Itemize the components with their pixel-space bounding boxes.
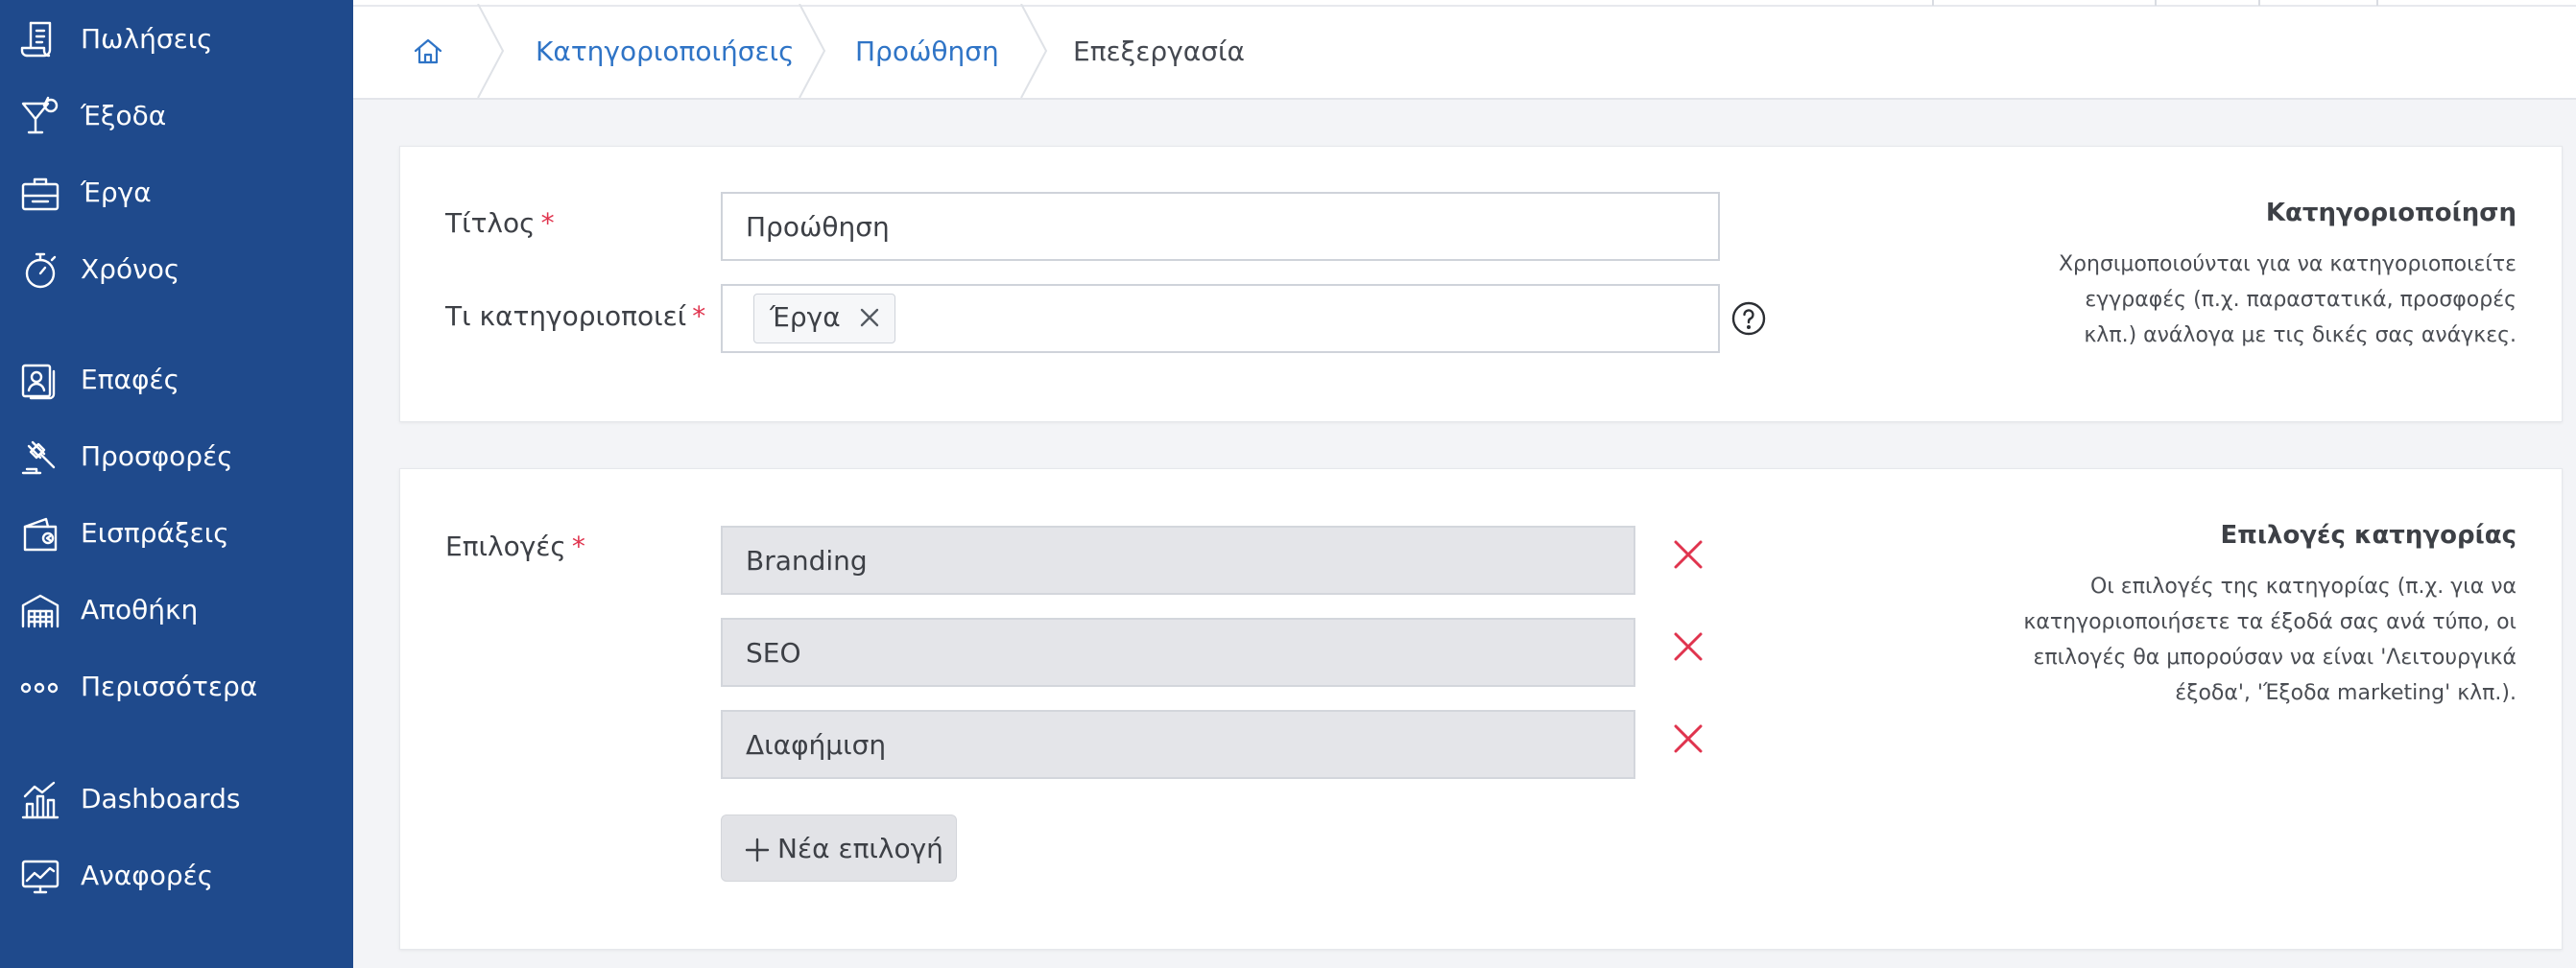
sidebar-item-reports[interactable]: Αναφορές [0, 842, 353, 909]
more-dots-icon [19, 667, 61, 709]
options-info-text: Οι επιλογές της κατηγορίας (π.χ. για να … [2023, 575, 2516, 705]
sidebar-item-label: Επαφές [81, 364, 180, 395]
help-icon[interactable] [1730, 300, 1767, 337]
remove-option-icon[interactable] [1671, 537, 1705, 572]
sidebar-item-receipts[interactable]: Εισπράξεις [0, 500, 353, 567]
sidebar-item-label: Πωλήσεις [81, 23, 213, 55]
remove-option-icon[interactable] [1671, 629, 1705, 664]
sidebar-item-label: Dashboards [81, 783, 241, 815]
add-option-label: Νέα επιλογή [777, 833, 943, 864]
briefcase-icon [19, 173, 61, 215]
cocktail-icon [19, 96, 61, 138]
breadcrumb-separator [796, 4, 830, 98]
toolbar-separator [2155, 0, 2157, 6]
categorizes-tag-input[interactable]: Έργα [721, 284, 1720, 353]
title-label: Τίτλος * [445, 207, 555, 239]
sidebar-item-label: Χρόνος [81, 253, 180, 285]
plus-icon [745, 838, 770, 862]
sidebar-item-label: Αναφορές [81, 860, 214, 891]
categorizes-label: Τι κατηγοριοποιεί * [445, 300, 706, 332]
breadcrumb-promotion[interactable]: Προώθηση [855, 0, 999, 100]
stopwatch-icon [19, 249, 61, 292]
sidebar-item-label: Προσφορές [81, 440, 233, 472]
sidebar-item-quotes[interactable]: Προσφορές [0, 423, 353, 490]
tag-chip: Έργα [753, 294, 895, 343]
toolbar-separator [1932, 0, 1934, 6]
sidebar-item-time[interactable]: Χρόνος [0, 236, 353, 303]
breadcrumb-categorizations[interactable]: Κατηγοριοποιήσεις [536, 0, 795, 100]
options-info-title: Επιλογές κατηγορίας [2220, 521, 2516, 550]
reports-chart-icon [19, 856, 61, 898]
wallet-icon [19, 513, 61, 555]
title-input[interactable] [721, 192, 1720, 261]
warehouse-icon [19, 590, 61, 632]
remove-option-icon[interactable] [1671, 721, 1705, 756]
tag-remove-icon[interactable] [858, 306, 881, 329]
breadcrumb-current: Επεξεργασία [1073, 35, 1245, 67]
dashboard-chart-icon [19, 779, 61, 821]
option-input[interactable] [721, 710, 1635, 779]
sidebar-item-label: Εισπράξεις [81, 517, 229, 549]
toolbar-separator [2376, 0, 2378, 6]
gavel-icon [19, 437, 61, 479]
sidebar-item-label: Έξοδα [81, 100, 167, 131]
option-input[interactable] [721, 618, 1635, 687]
option-input[interactable] [721, 526, 1635, 595]
toolbar-separator [2258, 0, 2260, 6]
sidebar-item-label: Αποθήκη [81, 594, 199, 626]
sidebar-item-dashboards[interactable]: Dashboards [0, 766, 353, 833]
sidebar-item-more[interactable]: Περισσότερα [0, 653, 353, 720]
sidebar-item-warehouse[interactable]: Αποθήκη [0, 577, 353, 644]
sidebar-item-expenses[interactable]: Έξοδα [0, 83, 353, 150]
sidebar-item-label: Έργα [81, 177, 152, 208]
breadcrumb-separator [474, 4, 509, 98]
home-icon[interactable] [411, 35, 445, 69]
contacts-icon [19, 360, 61, 402]
sidebar: Πωλήσεις Έξοδα Έργα Χρόνος Επαφές Προσφο… [0, 0, 353, 968]
sidebar-item-label: Περισσότερα [81, 671, 258, 702]
sidebar-item-contacts[interactable]: Επαφές [0, 346, 353, 413]
sidebar-item-sales[interactable]: Πωλήσεις [0, 6, 353, 73]
categorization-info-title: Κατηγοριοποίηση [2265, 199, 2516, 227]
invoice-icon [19, 19, 61, 61]
sidebar-item-projects[interactable]: Έργα [0, 159, 353, 226]
categorization-info-text: Χρησιμοποιούνται για να κατηγοριοποιείτε… [2058, 252, 2516, 347]
add-option-button[interactable]: Νέα επιλογή [721, 815, 957, 882]
options-label: Επιλογές * [445, 531, 585, 562]
breadcrumb-separator [1017, 4, 1052, 98]
